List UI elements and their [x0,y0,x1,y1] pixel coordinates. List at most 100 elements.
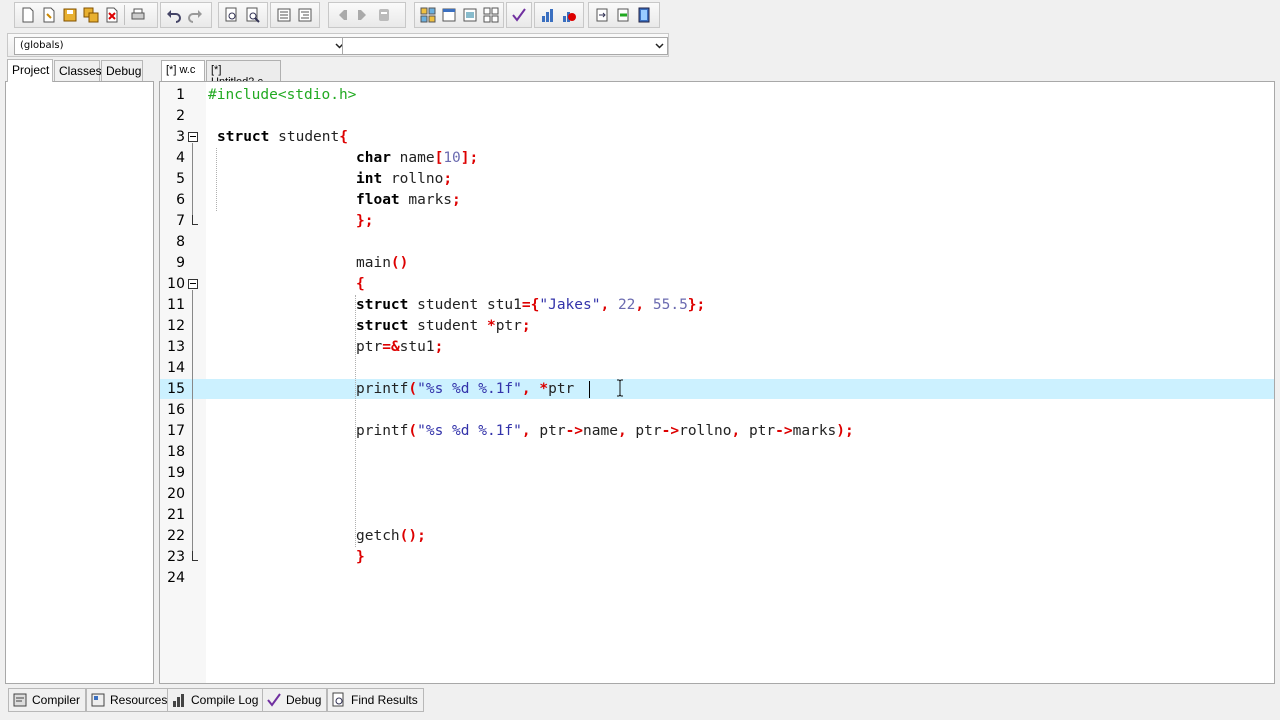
new-file-icon[interactable] [17,4,38,26]
scope-select[interactable]: (globals) [14,37,348,55]
find-icon[interactable] [221,4,242,26]
code-text: printf("%s %d %.1f", *ptr [356,381,575,397]
code-line[interactable]: 18 [160,442,1274,462]
tab-classes[interactable]: Classes [54,60,102,81]
line-number: 10 [167,276,185,292]
tab-compiler[interactable]: Compiler [8,688,87,712]
code-line[interactable]: 20 [160,484,1274,504]
toggle-bookmark-icon[interactable] [373,4,394,26]
code-line[interactable]: 2 [160,106,1274,126]
tab-compiler-label: Compiler [32,693,81,707]
toolbar-separator [124,5,125,25]
compiler-icon [13,693,27,707]
back-icon[interactable] [331,4,352,26]
tab-debug[interactable]: Debug [101,60,143,81]
code-line[interactable]: 24 [160,568,1274,588]
line-number: 8 [176,234,185,250]
line-number: 3 [176,129,185,145]
line-number: 6 [176,192,185,208]
scope-combo-row: (globals) [0,32,1280,58]
undo-icon[interactable] [163,4,184,26]
line-number: 2 [176,108,185,124]
fold-collapse-icon[interactable] [188,279,198,289]
code-text: struct student{ [217,129,348,145]
code-text: printf("%s %d %.1f", ptr->name, ptr->rol… [356,423,854,439]
fold-collapse-icon[interactable] [188,132,198,142]
code-line[interactable]: 23} [160,547,1274,567]
code-line[interactable]: 22 getch(); [160,526,1274,546]
compile-icon[interactable] [537,4,558,26]
line-number: 24 [167,570,185,586]
check-syntax-icon[interactable] [509,4,529,26]
indent-guide [216,148,217,211]
view-icon[interactable] [438,4,459,26]
code-text: float marks; [356,192,461,208]
line-number: 23 [167,549,185,565]
code-line[interactable]: 8 [160,232,1274,252]
save-all-icon[interactable] [80,4,101,26]
text-caret [588,381,590,398]
open-file-icon[interactable] [38,4,59,26]
code-line[interactable]: 16 [160,400,1274,420]
exit-icon[interactable] [612,4,633,26]
new-project-icon[interactable] [417,4,438,26]
tab-resources-label: Resources [110,693,168,707]
indent-toolbar-group [270,2,320,28]
code-line[interactable]: 7}; [160,211,1274,231]
member-select[interactable] [342,37,668,55]
code-line[interactable]: 14 [160,358,1274,378]
code-text: ptr=&stu1; [356,339,444,355]
code-line[interactable]: 21 [160,505,1274,525]
code-text: } [356,549,365,565]
print-icon[interactable] [127,4,148,26]
code-line[interactable]: 19 [160,463,1274,483]
tab-debug-output[interactable]: Debug [262,688,328,712]
line-number: 4 [176,150,185,166]
line-number: 16 [167,402,185,418]
code-editor[interactable]: 1 #include<stdio.h> 2 3 struct student{4 char… [159,81,1275,684]
code-line[interactable]: 15 printf("%s %d %.1f", *ptr [160,379,1274,399]
class-browser-icon[interactable] [459,4,480,26]
save-icon[interactable] [59,4,80,26]
code-line[interactable]: 9 main() [160,253,1274,273]
compile-log-icon [173,694,184,707]
compile-toolbar-group [534,2,584,28]
indent-icon[interactable] [273,4,294,26]
combo-toolbar: (globals) [7,33,669,57]
unindent-icon[interactable] [294,4,315,26]
goto-icon[interactable] [591,4,612,26]
code-line[interactable]: 5 int rollno; [160,169,1274,189]
tab-resources[interactable]: Resources [86,688,174,712]
tab-compile-log-label: Compile Log [191,693,259,707]
debug-icon [267,693,281,707]
code-text: struct student stu1={"Jakes", 22, 55.5}; [356,297,706,313]
tab-compile-log[interactable]: Compile Log [167,688,265,712]
close-file-icon[interactable] [101,4,122,26]
editor-tab-untitled2-c[interactable]: [*] Untitled2.c [206,60,281,88]
code-line[interactable]: 1 #include<stdio.h> [160,85,1274,105]
editor-tab-w-c[interactable]: [*] w.c [161,60,205,81]
line-number: 11 [167,297,185,313]
forward-icon[interactable] [352,4,373,26]
redo-icon[interactable] [184,4,205,26]
code-line[interactable]: 17 printf("%s %d %.1f", ptr->name, ptr->r… [160,421,1274,441]
replace-icon[interactable] [242,4,263,26]
code-line[interactable]: 3 struct student{ [160,127,1274,147]
project-tree[interactable] [5,81,154,684]
tab-project[interactable]: Project [7,59,53,82]
code-line[interactable]: 11 struct student stu1={"Jakes", 22, 55.5… [160,295,1274,315]
code-line[interactable]: 6 float marks; [160,190,1274,210]
code-line[interactable]: 12 struct student *ptr; [160,316,1274,336]
code-text: char name[10]; [356,150,479,166]
grid-icon[interactable] [480,4,501,26]
code-text: getch(); [356,528,426,544]
line-number: 13 [167,339,185,355]
resources-icon [91,693,105,707]
tab-find-results[interactable]: Find Results [327,688,424,712]
info-icon[interactable] [633,4,654,26]
code-line[interactable]: 13 ptr=&stu1; [160,337,1274,357]
code-line[interactable]: 4 char name[10]; [160,148,1274,168]
chevron-down-icon[interactable] [651,38,667,54]
compile-run-icon[interactable] [558,4,579,26]
code-line[interactable]: 10 { [160,274,1274,294]
